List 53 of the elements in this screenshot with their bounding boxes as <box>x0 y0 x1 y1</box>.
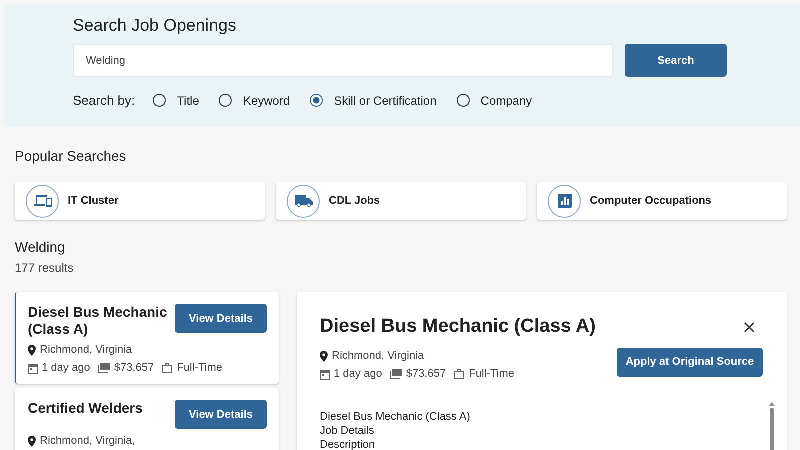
search-heading: Search Job Openings <box>73 16 238 36</box>
posted-date: 1 day ago <box>334 368 382 380</box>
search-field[interactable]: Welding <box>73 44 613 77</box>
posted-date: 1 day ago <box>42 362 90 374</box>
job-location: Richmond, Virginia, <box>40 435 136 447</box>
job-type: Full-Time <box>469 368 515 380</box>
radio-button[interactable] <box>219 94 232 107</box>
radio-button[interactable] <box>456 94 470 107</box>
view-details-button[interactable]: View Details <box>175 304 267 333</box>
job-title: Diesel Bus Mechanic (Class A) <box>28 304 168 338</box>
money-icon <box>98 363 110 373</box>
briefcase-icon <box>162 363 174 373</box>
job-location: Richmond, Virginia <box>40 344 132 356</box>
radio-label[interactable]: Keyword <box>243 94 290 108</box>
job-card[interactable]: Diesel Bus Mechanic (Class A) View Details Richmond, Virginia 1 day ago $73,657 Full-Time <box>15 292 279 384</box>
location-pin-icon <box>28 436 36 446</box>
salary: $73,657 <box>406 368 446 380</box>
description-line: Diesel Bus Mechanic (Class A) <box>320 410 470 424</box>
popular-search-card[interactable]: Computer Occupations <box>537 182 787 220</box>
money-icon <box>390 369 402 379</box>
job-title: Certified Welders <box>28 400 144 417</box>
radio-label[interactable]: Company <box>480 94 532 108</box>
job-location: Richmond, Virginia <box>332 350 424 362</box>
section-heading: Popular Searches <box>15 148 128 164</box>
popular-search-card[interactable]: CDL Jobs <box>276 182 526 220</box>
truck-icon <box>294 194 312 208</box>
location-pin-icon <box>320 350 328 362</box>
scroll-up-arrow-icon[interactable] <box>769 402 775 406</box>
popular-search-card[interactable]: IT Cluster <box>15 182 265 220</box>
salary: $73,657 <box>114 362 154 374</box>
description-line: Job Details <box>320 424 376 438</box>
description-line: Description <box>320 438 376 450</box>
detail-title: Diesel Bus Mechanic (Class A) <box>320 316 596 338</box>
view-details-button[interactable]: View Details <box>175 400 267 429</box>
radio-button[interactable] <box>310 94 324 107</box>
radio-button[interactable] <box>153 94 166 107</box>
results-query: Welding <box>15 239 66 255</box>
close-icon[interactable] <box>744 322 755 332</box>
job-card[interactable]: Certified Welders View Details Richmond, Virginia, <box>15 388 279 450</box>
search-button[interactable]: Search <box>625 44 727 77</box>
location-pin-icon <box>28 344 36 356</box>
job-type: Full-Time <box>177 362 223 374</box>
bar-chart-icon <box>558 194 572 208</box>
devices-icon <box>34 194 52 208</box>
briefcase-icon <box>454 369 466 379</box>
calendar-icon <box>320 368 330 380</box>
search-by-label: Search by: <box>73 93 136 108</box>
results-count: 177 results <box>15 261 75 275</box>
radio-label[interactable]: Skill or Certification <box>334 94 437 108</box>
apply-button[interactable]: Apply at Original Source <box>617 348 763 376</box>
calendar-icon <box>28 362 38 374</box>
scrollbar-thumb[interactable] <box>770 408 774 450</box>
radio-label[interactable]: Title <box>177 94 200 108</box>
